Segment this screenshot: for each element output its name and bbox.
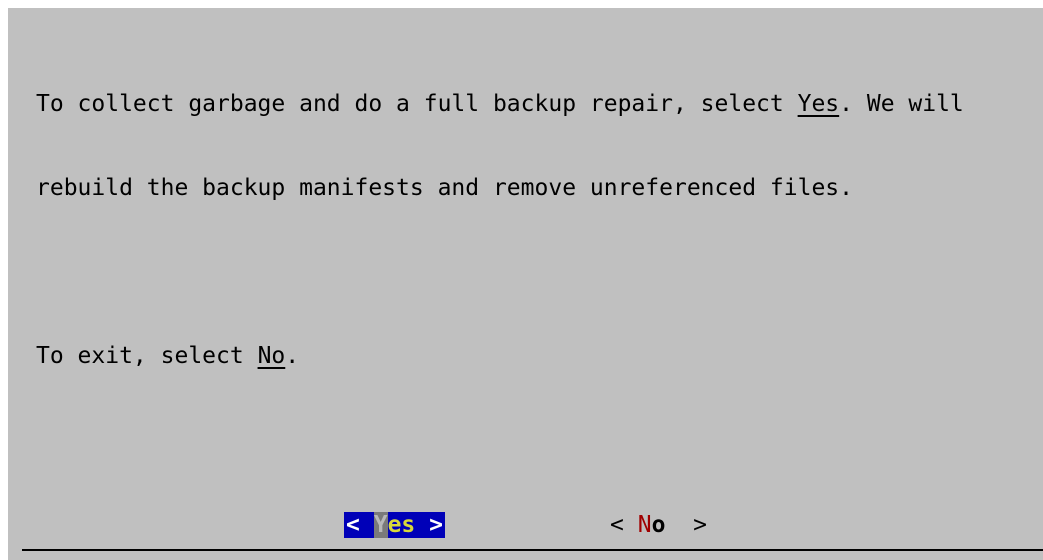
message-line-1: To collect garbage and do a full backup … xyxy=(36,90,964,118)
no-keyword: No xyxy=(257,343,286,369)
message-text: . We will xyxy=(839,91,964,117)
dialog-message: To collect garbage and do a full backup … xyxy=(36,34,964,426)
no-label-rest: o xyxy=(651,512,666,538)
message-text: To exit, select xyxy=(36,343,258,369)
no-hotkey: N xyxy=(637,512,652,538)
no-button[interactable]: < No > xyxy=(610,512,707,538)
message-line-3: To exit, select No. xyxy=(36,342,964,370)
dialog: To collect garbage and do a full backup … xyxy=(8,8,1043,560)
yes-label-rest: es xyxy=(387,512,416,538)
message-text: . xyxy=(285,343,300,369)
button-bracket: > xyxy=(429,512,443,538)
yes-hotkey: Y xyxy=(373,512,388,538)
yes-keyword: Yes xyxy=(797,91,840,117)
button-bracket: < xyxy=(346,512,360,538)
yes-button[interactable]: < Yes > xyxy=(344,512,445,538)
button-bracket: < xyxy=(610,512,624,538)
button-bracket: > xyxy=(693,512,707,538)
dialog-bottom-border xyxy=(22,549,1043,551)
message-text: To collect garbage and do a full backup … xyxy=(36,91,798,117)
message-line-2: rebuild the backup manifests and remove … xyxy=(36,175,853,201)
